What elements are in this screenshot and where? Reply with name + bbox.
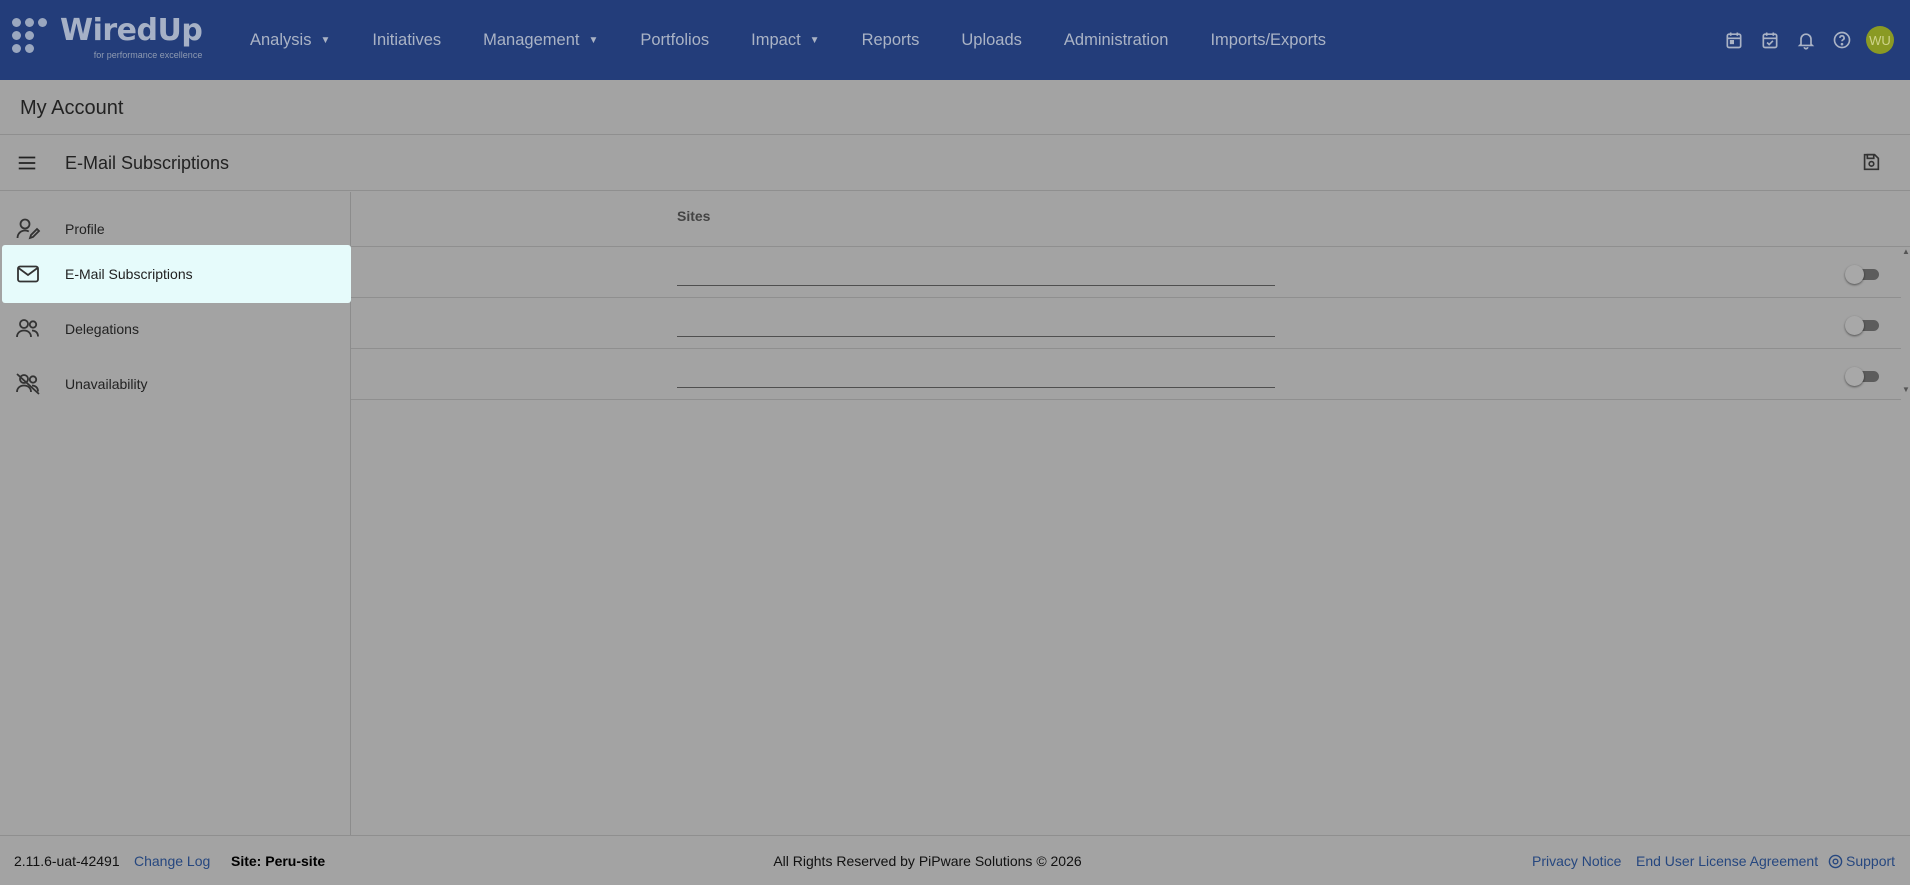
nav-item-label: Imports/Exports xyxy=(1210,30,1326,49)
support-icon xyxy=(1828,854,1843,868)
footer: 2.11.6-uat-42491 Change Log Site: Peru-s… xyxy=(0,835,1910,885)
scroll-up-arrow-icon[interactable]: ▲ xyxy=(1902,247,1910,256)
privacy-notice-link[interactable]: Privacy Notice xyxy=(1532,853,1621,869)
logo-wordmark: WiredUp xyxy=(60,13,203,48)
caret-down-icon: ▼ xyxy=(809,34,820,46)
sidebar-item-email-subscriptions[interactable]: E-Mail Subscriptions xyxy=(2,245,351,303)
sidebar-item-delegations[interactable]: Delegations xyxy=(2,300,351,358)
envelope-icon xyxy=(15,261,41,287)
logo-dots-icon xyxy=(12,18,54,60)
subscriptions-table: Sites ▲ ▼ xyxy=(351,192,1910,835)
users-icon xyxy=(15,316,41,342)
nav-item-label: Analysis xyxy=(250,30,312,49)
main-nav: Analysis ▼ Initiatives Management ▼ Port… xyxy=(250,0,1368,80)
nav-item-label: Impact xyxy=(751,30,801,49)
wiredup-logo[interactable]: WiredUp for performance excellence xyxy=(12,14,217,66)
nav-item-label: Uploads xyxy=(961,30,1022,49)
top-navigation-bar: WiredUp for performance excellence Analy… xyxy=(0,0,1910,80)
page-title-bar: My Account xyxy=(0,80,1910,135)
subscription-toggle[interactable] xyxy=(1845,367,1881,386)
caret-down-icon: ▼ xyxy=(320,34,331,46)
nav-item-initiatives[interactable]: Initiatives xyxy=(372,31,441,50)
support-link[interactable]: Support xyxy=(1828,853,1895,869)
subscription-toggle[interactable] xyxy=(1845,316,1881,335)
nav-item-label: Reports xyxy=(861,30,920,49)
nav-item-management[interactable]: Management ▼ xyxy=(483,31,598,50)
table-row xyxy=(351,349,1901,400)
support-label: Support xyxy=(1846,853,1896,869)
user-avatar[interactable]: WU xyxy=(1866,26,1894,54)
column-header-sites[interactable]: Sites xyxy=(677,208,710,224)
nav-item-label: Management xyxy=(483,30,580,49)
section-title: E-Mail Subscriptions xyxy=(65,153,230,173)
nav-item-portfolios[interactable]: Portfolios xyxy=(640,31,709,50)
nav-item-imports-exports[interactable]: Imports/Exports xyxy=(1210,31,1326,50)
table-scrollbar[interactable]: ▲ ▼ xyxy=(1901,247,1910,397)
table-row xyxy=(351,247,1901,298)
help-icon[interactable] xyxy=(1824,22,1860,58)
scroll-down-arrow-icon[interactable]: ▼ xyxy=(1902,385,1910,394)
site-select-field[interactable] xyxy=(677,336,1275,337)
calendar-icon[interactable] xyxy=(1716,22,1752,58)
save-icon[interactable] xyxy=(1860,151,1882,173)
logo-tagline: for performance excellence xyxy=(93,50,203,60)
site-select-field[interactable] xyxy=(677,387,1275,388)
sidebar-item-label: Unavailability xyxy=(65,376,148,392)
site-select-field[interactable] xyxy=(677,285,1275,286)
hamburger-menu-icon[interactable] xyxy=(16,152,38,174)
nav-item-impact[interactable]: Impact ▼ xyxy=(751,31,819,50)
nav-item-label: Administration xyxy=(1063,30,1169,49)
sidebar-item-label: Profile xyxy=(65,221,105,237)
eula-link[interactable]: End User License Agreement xyxy=(1636,853,1818,869)
section-header: E-Mail Subscriptions xyxy=(0,136,1910,191)
nav-item-label: Portfolios xyxy=(640,30,710,49)
user-edit-icon xyxy=(15,216,41,242)
calendar-check-icon[interactable] xyxy=(1752,22,1788,58)
bell-icon[interactable] xyxy=(1788,22,1824,58)
table-header: Sites xyxy=(351,192,1910,247)
caret-down-icon: ▼ xyxy=(588,34,599,46)
nav-item-reports[interactable]: Reports xyxy=(862,31,920,50)
nav-item-analysis[interactable]: Analysis ▼ xyxy=(250,31,330,50)
users-off-icon xyxy=(15,371,41,397)
nav-item-uploads[interactable]: Uploads xyxy=(961,31,1022,50)
nav-item-administration[interactable]: Administration xyxy=(1064,31,1169,50)
nav-item-label: Initiatives xyxy=(372,30,442,49)
top-bar-actions: WU xyxy=(1716,0,1894,80)
account-sidebar: Profile E-Mail Subscriptions Delegations… xyxy=(0,192,351,835)
sidebar-item-label: Delegations xyxy=(65,321,139,337)
sidebar-item-label: E-Mail Subscriptions xyxy=(65,266,193,282)
sidebar-item-unavailability[interactable]: Unavailability xyxy=(2,355,351,413)
page-title: My Account xyxy=(20,97,124,119)
table-row xyxy=(351,298,1901,349)
subscription-toggle[interactable] xyxy=(1845,265,1881,284)
